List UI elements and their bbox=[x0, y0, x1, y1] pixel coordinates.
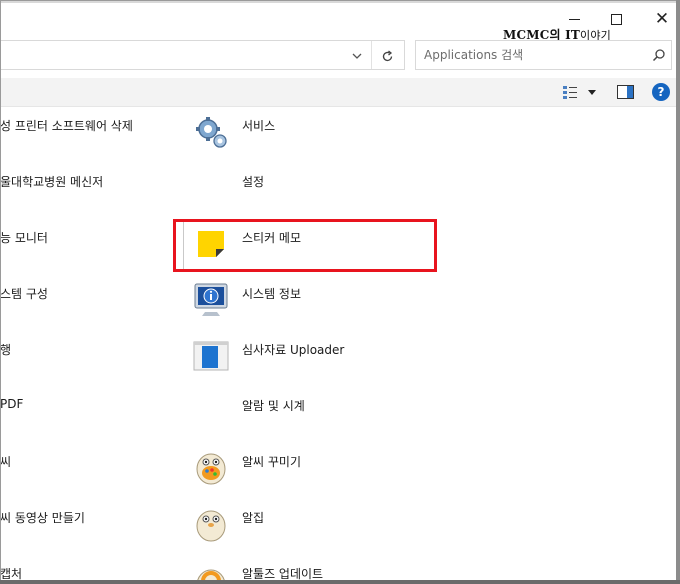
window-bottom-shadow bbox=[0, 580, 680, 584]
window-frame bbox=[0, 0, 678, 582]
window-right-shadow bbox=[676, 0, 680, 584]
